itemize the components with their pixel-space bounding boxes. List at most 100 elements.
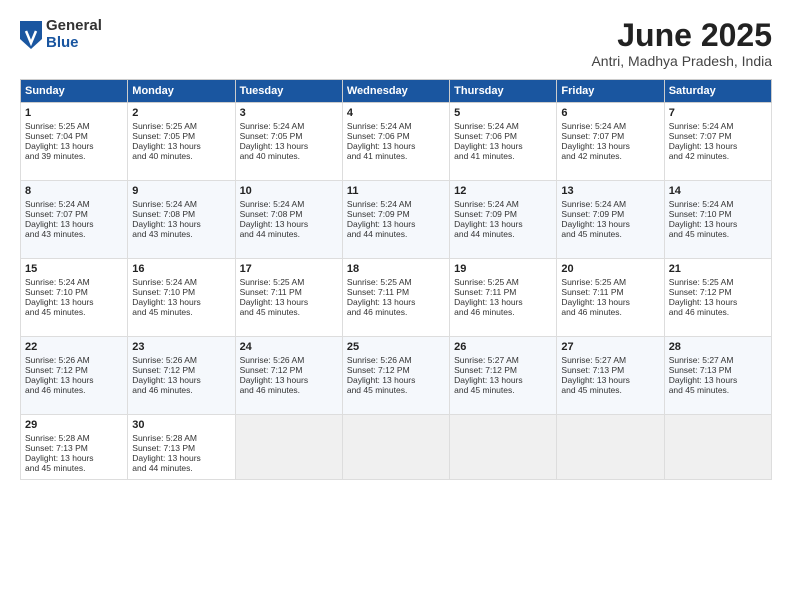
- cell-text: and 45 minutes.: [454, 385, 552, 395]
- cell-text: and 44 minutes.: [454, 229, 552, 239]
- week-row-2: 15Sunrise: 5:24 AMSunset: 7:10 PMDayligh…: [21, 259, 772, 337]
- cell-text: Daylight: 13 hours: [561, 375, 659, 385]
- cell-text: Sunrise: 5:26 AM: [25, 355, 123, 365]
- cell-text: Sunset: 7:09 PM: [561, 209, 659, 219]
- calendar-cell: 7Sunrise: 5:24 AMSunset: 7:07 PMDaylight…: [664, 103, 771, 181]
- cell-text: Sunrise: 5:25 AM: [132, 121, 230, 131]
- cell-text: and 46 minutes.: [240, 385, 338, 395]
- cell-text: Sunset: 7:12 PM: [240, 365, 338, 375]
- cell-text: Sunset: 7:07 PM: [669, 131, 767, 141]
- cell-text: Sunrise: 5:24 AM: [25, 277, 123, 287]
- cell-text: and 46 minutes.: [454, 307, 552, 317]
- day-number: 20: [561, 263, 659, 275]
- calendar-cell: 10Sunrise: 5:24 AMSunset: 7:08 PMDayligh…: [235, 181, 342, 259]
- day-number: 24: [240, 341, 338, 353]
- calendar-table: SundayMondayTuesdayWednesdayThursdayFrid…: [20, 79, 772, 480]
- cell-text: Daylight: 13 hours: [132, 453, 230, 463]
- cell-text: Sunset: 7:08 PM: [240, 209, 338, 219]
- cell-text: Daylight: 13 hours: [240, 219, 338, 229]
- calendar-cell: 11Sunrise: 5:24 AMSunset: 7:09 PMDayligh…: [342, 181, 449, 259]
- cell-text: Sunset: 7:06 PM: [347, 131, 445, 141]
- calendar-cell: 4Sunrise: 5:24 AMSunset: 7:06 PMDaylight…: [342, 103, 449, 181]
- cell-text: Sunrise: 5:24 AM: [669, 199, 767, 209]
- calendar-cell: 23Sunrise: 5:26 AMSunset: 7:12 PMDayligh…: [128, 337, 235, 415]
- calendar-cell: [235, 415, 342, 480]
- cell-text: and 45 minutes.: [25, 463, 123, 473]
- cell-text: Sunset: 7:13 PM: [132, 443, 230, 453]
- cell-text: Sunrise: 5:28 AM: [25, 433, 123, 443]
- cell-text: Sunset: 7:12 PM: [669, 287, 767, 297]
- day-number: 5: [454, 107, 552, 119]
- cell-text: Daylight: 13 hours: [25, 219, 123, 229]
- calendar-cell: 19Sunrise: 5:25 AMSunset: 7:11 PMDayligh…: [450, 259, 557, 337]
- cell-text: Daylight: 13 hours: [454, 375, 552, 385]
- day-number: 22: [25, 341, 123, 353]
- cell-text: and 44 minutes.: [240, 229, 338, 239]
- cell-text: Sunset: 7:07 PM: [25, 209, 123, 219]
- cell-text: Sunset: 7:11 PM: [561, 287, 659, 297]
- day-number: 17: [240, 263, 338, 275]
- cell-text: and 44 minutes.: [132, 463, 230, 473]
- cell-text: Daylight: 13 hours: [25, 141, 123, 151]
- cell-text: Sunrise: 5:25 AM: [347, 277, 445, 287]
- header-cell-monday: Monday: [128, 80, 235, 103]
- calendar-cell: 29Sunrise: 5:28 AMSunset: 7:13 PMDayligh…: [21, 415, 128, 480]
- day-number: 25: [347, 341, 445, 353]
- calendar-cell: 16Sunrise: 5:24 AMSunset: 7:10 PMDayligh…: [128, 259, 235, 337]
- calendar-cell: 8Sunrise: 5:24 AMSunset: 7:07 PMDaylight…: [21, 181, 128, 259]
- day-number: 6: [561, 107, 659, 119]
- day-number: 13: [561, 185, 659, 197]
- cell-text: Sunset: 7:07 PM: [561, 131, 659, 141]
- cell-text: and 40 minutes.: [240, 151, 338, 161]
- calendar-cell: 3Sunrise: 5:24 AMSunset: 7:05 PMDaylight…: [235, 103, 342, 181]
- cell-text: Daylight: 13 hours: [25, 453, 123, 463]
- cell-text: Sunset: 7:13 PM: [561, 365, 659, 375]
- day-number: 15: [25, 263, 123, 275]
- cell-text: Sunrise: 5:28 AM: [132, 433, 230, 443]
- cell-text: Daylight: 13 hours: [669, 219, 767, 229]
- calendar-cell: 15Sunrise: 5:24 AMSunset: 7:10 PMDayligh…: [21, 259, 128, 337]
- cell-text: and 45 minutes.: [347, 385, 445, 395]
- cell-text: Daylight: 13 hours: [454, 297, 552, 307]
- logo-icon: [20, 21, 42, 49]
- day-number: 11: [347, 185, 445, 197]
- cell-text: Sunrise: 5:24 AM: [561, 199, 659, 209]
- cell-text: Sunset: 7:09 PM: [347, 209, 445, 219]
- calendar-cell: 6Sunrise: 5:24 AMSunset: 7:07 PMDaylight…: [557, 103, 664, 181]
- calendar-cell: 20Sunrise: 5:25 AMSunset: 7:11 PMDayligh…: [557, 259, 664, 337]
- cell-text: Sunset: 7:12 PM: [454, 365, 552, 375]
- cell-text: and 41 minutes.: [347, 151, 445, 161]
- header-cell-sunday: Sunday: [21, 80, 128, 103]
- day-number: 23: [132, 341, 230, 353]
- cell-text: Sunset: 7:11 PM: [240, 287, 338, 297]
- cell-text: Sunset: 7:13 PM: [25, 443, 123, 453]
- calendar-cell: 9Sunrise: 5:24 AMSunset: 7:08 PMDaylight…: [128, 181, 235, 259]
- cell-text: Sunrise: 5:25 AM: [669, 277, 767, 287]
- cell-text: Sunrise: 5:24 AM: [132, 199, 230, 209]
- cell-text: Sunrise: 5:25 AM: [561, 277, 659, 287]
- cell-text: Daylight: 13 hours: [669, 375, 767, 385]
- calendar-cell: 27Sunrise: 5:27 AMSunset: 7:13 PMDayligh…: [557, 337, 664, 415]
- cell-text: Daylight: 13 hours: [132, 297, 230, 307]
- cell-text: Sunset: 7:04 PM: [25, 131, 123, 141]
- cell-text: Daylight: 13 hours: [347, 375, 445, 385]
- week-row-3: 22Sunrise: 5:26 AMSunset: 7:12 PMDayligh…: [21, 337, 772, 415]
- cell-text: Sunrise: 5:24 AM: [240, 199, 338, 209]
- cell-text: Sunrise: 5:25 AM: [240, 277, 338, 287]
- cell-text: Daylight: 13 hours: [561, 219, 659, 229]
- cell-text: Sunset: 7:09 PM: [454, 209, 552, 219]
- day-number: 3: [240, 107, 338, 119]
- cell-text: and 45 minutes.: [669, 385, 767, 395]
- cell-text: Sunset: 7:10 PM: [669, 209, 767, 219]
- logo-general-text: General: [46, 18, 102, 35]
- cell-text: Sunrise: 5:24 AM: [132, 277, 230, 287]
- cell-text: Sunrise: 5:24 AM: [669, 121, 767, 131]
- cell-text: Sunrise: 5:26 AM: [347, 355, 445, 365]
- day-number: 27: [561, 341, 659, 353]
- cell-text: and 42 minutes.: [669, 151, 767, 161]
- cell-text: and 44 minutes.: [347, 229, 445, 239]
- cell-text: Sunset: 7:11 PM: [454, 287, 552, 297]
- day-number: 21: [669, 263, 767, 275]
- logo-blue-text: Blue: [46, 35, 102, 52]
- cell-text: Daylight: 13 hours: [561, 141, 659, 151]
